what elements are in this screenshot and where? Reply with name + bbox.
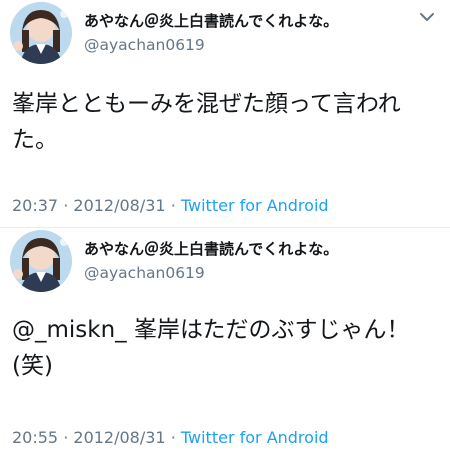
tweet-meta: 20:37 · 2012/08/31 · Twitter for Android — [12, 196, 329, 215]
tweet-time[interactable]: 20:55 — [12, 428, 58, 447]
meta-separator: · — [63, 196, 69, 215]
avatar[interactable] — [10, 230, 72, 292]
user-handle[interactable]: @ayachan0619 — [84, 264, 205, 282]
tweet-text: @_miskn_ 峯岸はただのぶすじゃん！(笑) — [12, 317, 410, 379]
tweet-card[interactable]: あやなん＠炎上白書読んでくれよな。 @ayachan0619 峯岸とともーみを混… — [0, 0, 450, 227]
meta-separator: · — [170, 428, 176, 447]
tweet-source-link[interactable]: Twitter for Android — [181, 428, 329, 447]
avatar[interactable] — [10, 2, 72, 64]
tweet-date[interactable]: 2012/08/31 — [73, 428, 165, 447]
tweet-source-link[interactable]: Twitter for Android — [181, 196, 329, 215]
display-name[interactable]: あやなん＠炎上白書読んでくれよな。 — [84, 10, 338, 31]
user-handle[interactable]: @ayachan0619 — [84, 36, 205, 54]
tweet-date[interactable]: 2012/08/31 — [73, 196, 165, 215]
meta-separator: · — [170, 196, 176, 215]
tweet-meta: 20:55 · 2012/08/31 · Twitter for Android — [12, 428, 329, 447]
meta-separator: · — [63, 428, 69, 447]
tweet-text: 峯岸とともーみを混ぜた顔って言われた。 — [12, 91, 401, 153]
display-name[interactable]: あやなん＠炎上白書読んでくれよな。 — [84, 238, 338, 259]
chevron-down-icon[interactable] — [416, 6, 438, 28]
tweet-time[interactable]: 20:37 — [12, 196, 58, 215]
tweet-card[interactable]: あやなん＠炎上白書読んでくれよな。 @ayachan0619 @_miskn_ … — [0, 228, 450, 455]
